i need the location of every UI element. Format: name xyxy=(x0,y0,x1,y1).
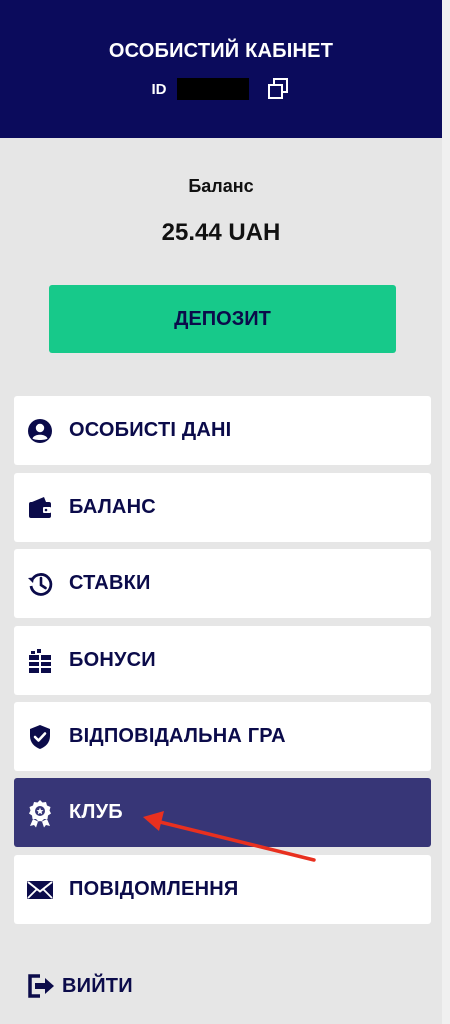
balance-label: Баланс xyxy=(188,176,254,196)
menu-item-label: КЛУБ xyxy=(69,801,123,823)
user-id-label: ID xyxy=(151,80,167,98)
envelope-icon xyxy=(25,875,55,905)
menu-item-label: БАЛАНС xyxy=(69,496,156,518)
balance-value: 25.44 UAH xyxy=(161,219,281,246)
page-title: ОСОБИСТИЙ КАБІНЕТ xyxy=(108,40,334,62)
profile-header: ОСОБИСТИЙ КАБІНЕТ ID xyxy=(0,0,442,138)
menu-item-personal-data[interactable]: ОСОБИСТІ ДАНІ xyxy=(14,396,431,465)
user-icon xyxy=(25,416,55,446)
shield-check-icon xyxy=(25,722,55,752)
gift-icon xyxy=(25,646,55,676)
menu-item-club[interactable]: КЛУБ xyxy=(14,778,431,847)
history-icon xyxy=(25,569,55,599)
user-id-row: ID xyxy=(0,76,442,102)
menu-item-responsible-gaming[interactable]: ВІДПОВІДАЛЬНА ГРА xyxy=(14,702,431,771)
award-icon xyxy=(25,798,55,828)
menu-item-balance[interactable]: БАЛАНС xyxy=(14,473,431,542)
menu-item-label: ВІДПОВІДАЛЬНА ГРА xyxy=(69,725,286,747)
menu-item-bets[interactable]: СТАВКИ xyxy=(14,549,431,618)
logout-icon xyxy=(26,972,56,1000)
menu-item-messages[interactable]: ПОВІДОМЛЕННЯ xyxy=(14,855,431,924)
copy-icon[interactable] xyxy=(265,76,291,102)
menu-item-bonuses[interactable]: БОНУСИ xyxy=(14,626,431,695)
menu-item-label: ОСОБИСТІ ДАНІ xyxy=(69,419,232,441)
wallet-icon xyxy=(25,493,55,523)
scrollbar-track xyxy=(442,0,450,1024)
menu-item-label: ПОВІДОМЛЕННЯ xyxy=(69,878,239,900)
menu-item-label: СТАВКИ xyxy=(69,572,151,594)
logout-button[interactable]: ВИЙТИ xyxy=(26,968,133,1004)
menu-item-label: БОНУСИ xyxy=(69,649,156,671)
user-id-redacted xyxy=(176,78,249,100)
logout-label: ВИЙТИ xyxy=(62,974,133,997)
deposit-button[interactable]: ДЕПОЗИТ xyxy=(49,285,396,353)
